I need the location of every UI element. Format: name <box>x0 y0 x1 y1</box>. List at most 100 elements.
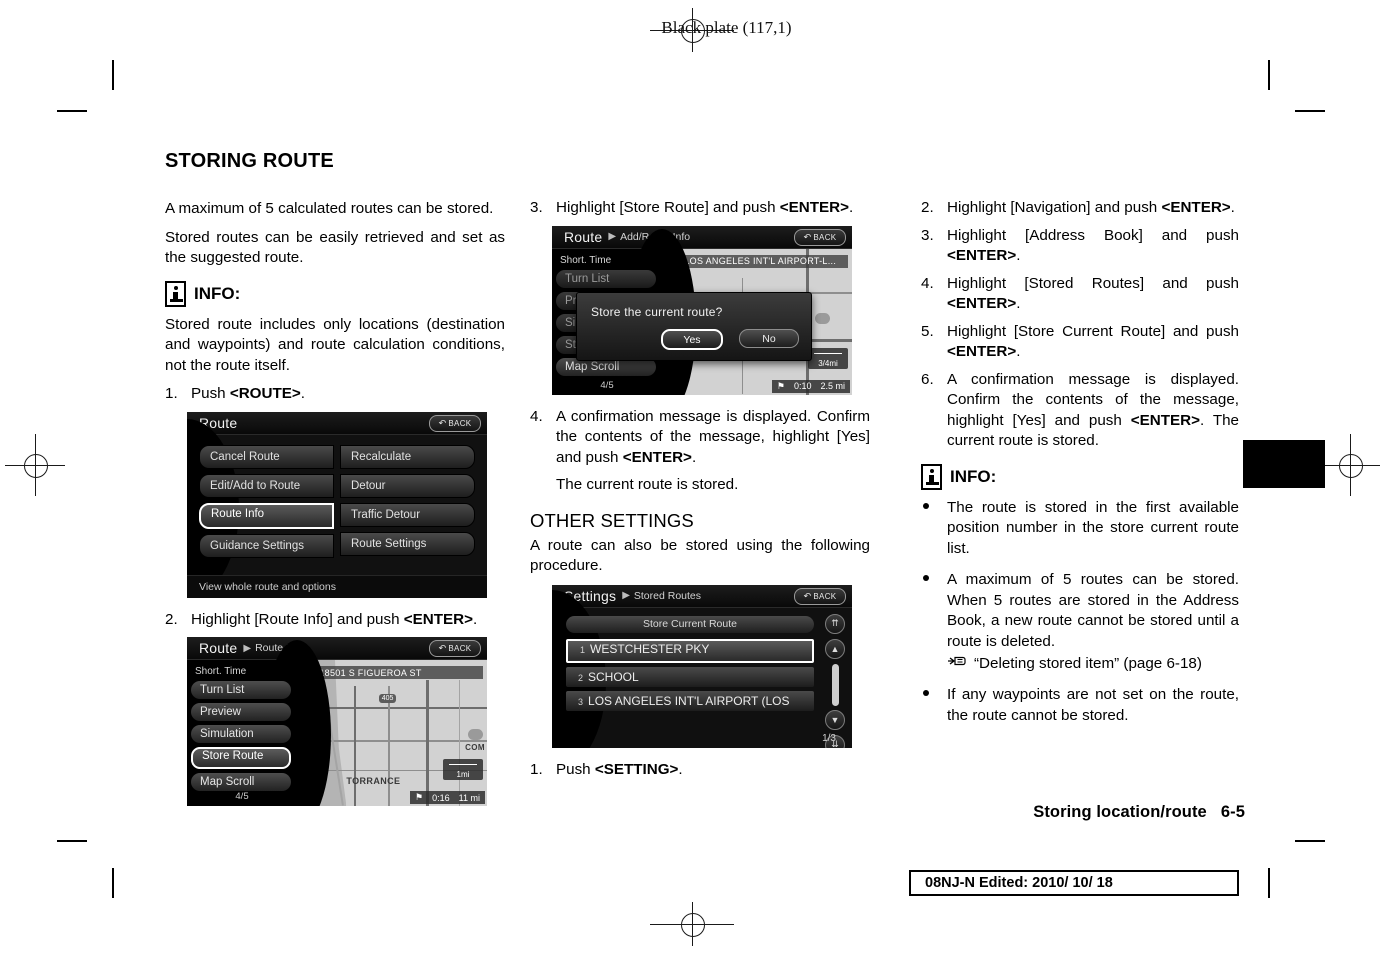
black-plate-header: Black plate (117,1) <box>0 18 1381 38</box>
map-eta-bar: ⚑ 0:10 2.5 mi <box>771 379 850 393</box>
scroll-page-up-button[interactable]: ⇈ <box>825 613 845 634</box>
stored-route-row-3[interactable]: 3 LOS ANGELES INT'L AIRPORT (LOS <box>566 690 814 711</box>
info-icon <box>921 463 942 490</box>
step-text-pre: Highlight [Navigation] and push <box>947 199 1162 216</box>
step-4-result: The current route is stored. <box>556 476 739 493</box>
scroll-up-button[interactable]: ▲ <box>825 638 845 659</box>
back-button[interactable]: ↶ BACK <box>429 640 481 657</box>
section-thumb-tab <box>1243 440 1325 488</box>
pointing-hand-icon <box>947 654 969 674</box>
map-road <box>426 680 429 806</box>
row-index: 2 <box>578 672 584 683</box>
menu-item-guidance-settings[interactable]: Guidance Settings <box>199 533 334 558</box>
step-text-pre: Highlight [Address Book] and push <box>947 226 1239 244</box>
nav-screen-stored-routes: Settings ▶ Stored Routes ↶ BACK Store Cu… <box>552 584 852 748</box>
cross-reference-text: “Deleting stored item” (page 6-18) <box>974 655 1202 672</box>
menu-item-cancel-route[interactable]: Cancel Route <box>199 444 334 469</box>
step-text-pre: Highlight [Route Info] and push <box>191 610 404 628</box>
menu-item-route-info[interactable]: Route Info <box>199 502 334 529</box>
nav-title-text: Route <box>199 640 238 656</box>
stored-route-row-2[interactable]: 2 SCHOOL <box>566 666 814 687</box>
back-button-label: BACK <box>813 591 837 601</box>
step-1-left: 1. Push <ROUTE>. <box>165 384 505 405</box>
middle-column: 3. Highlight [Store Route] and push <ENT… <box>530 198 870 787</box>
step-text-post: . <box>1230 199 1235 216</box>
list-item-preview[interactable]: Preview <box>191 703 291 721</box>
nav-titlebar: Route ↶ BACK <box>187 411 487 435</box>
key-enter: <ENTER> <box>622 448 692 466</box>
list-item-map-scroll[interactable]: Map Scroll <box>191 773 291 791</box>
step-5-right: 5. Highlight [Store Current Route] and p… <box>921 322 1239 363</box>
list-item-simulation[interactable]: Simulation <box>191 725 291 743</box>
step-text-post: . <box>678 760 683 778</box>
map-scale-text: 1mi <box>456 770 470 779</box>
menu-item-recalculate[interactable]: Recalculate <box>340 444 475 469</box>
back-button[interactable]: ↶ BACK <box>794 587 846 605</box>
back-button[interactable]: ↶ BACK <box>429 414 481 432</box>
stored-route-row-1[interactable]: 1 WESTCHESTER PKY <box>566 638 814 663</box>
edited-stamp: 08NJ-N Edited: 2010/ 10/ 18 <box>909 870 1239 896</box>
step-text: Highlight [Address Book] and push <ENTER… <box>947 226 1239 267</box>
eta-flag-icon: ⚑ <box>776 380 785 391</box>
eta-time: 0:10 <box>793 381 812 391</box>
bullet-text: A maximum of 5 routes can be stored. Whe… <box>947 571 1239 650</box>
list-item-turn-list[interactable]: Turn List <box>556 269 656 288</box>
other-settings-text: A route can also be stored using the fol… <box>530 536 870 575</box>
step-text: A confirmation message is displayed. Con… <box>556 407 870 469</box>
registration-mark-right <box>1320 434 1380 496</box>
footer-section-title: Storing location/route <box>1033 803 1207 821</box>
crop-mark-bl-h <box>57 840 87 842</box>
route-condition-label: Short. Time <box>195 666 247 677</box>
info-bullet-2: A maximum of 5 routes can be stored. Whe… <box>921 570 1239 652</box>
map-address-text: 18501 S FIGUEROA ST <box>319 667 422 678</box>
scroll-down-button[interactable]: ▼ <box>825 709 845 730</box>
intro-paragraph-2: Stored routes can be easily retrieved an… <box>165 228 505 267</box>
stored-routes-page-indicator: 1/3 <box>822 732 836 744</box>
step-text: Highlight [Store Route] and push <ENTER>… <box>556 198 870 219</box>
step-text-post: . <box>473 610 478 628</box>
route-condition-label: Short. Time <box>560 254 612 266</box>
menu-item-edit-add-to-route[interactable]: Edit/Add to Route <box>199 473 334 498</box>
eta-distance: 2.5 mi <box>820 381 845 391</box>
list-item-store-route[interactable]: Store Route <box>191 747 291 769</box>
eta-distance: 11 mi <box>458 792 480 803</box>
breadcrumb-arrow-icon: ▶ <box>622 590 630 601</box>
menu-item-route-settings[interactable]: Route Settings <box>340 531 475 556</box>
row-index: 1 <box>580 644 586 655</box>
eta-time: 0:16 <box>432 792 450 803</box>
dialog-yes-button[interactable]: Yes <box>661 329 723 351</box>
back-arrow-icon: ↶ <box>438 417 447 428</box>
menu-item-traffic-detour[interactable]: Traffic Detour <box>340 502 475 527</box>
map-highway-shield: 405 <box>378 693 397 703</box>
left-column: STORING ROUTE A maximum of 5 calculated … <box>165 150 505 818</box>
step-2-right: 2. Highlight [Navigation] and push <ENTE… <box>921 198 1239 219</box>
map-road <box>458 680 460 806</box>
bullet-text: If any waypoints are not set on the rout… <box>947 686 1239 724</box>
dialog-no-button[interactable]: No <box>739 329 799 349</box>
key-setting: <SETTING> <box>594 760 679 778</box>
scrollbar-track[interactable] <box>831 663 839 706</box>
step-text: Highlight [Stored Routes] and push <ENTE… <box>947 274 1239 315</box>
intro-paragraph-1: A maximum of 5 calculated routes can be … <box>165 200 494 217</box>
list-page-indicator: 4/5 <box>235 791 249 802</box>
step-text: Push <ROUTE>. <box>191 384 505 405</box>
step-number: 2. <box>921 199 934 216</box>
key-enter: <ENTER> <box>947 343 1017 360</box>
back-arrow-icon: ↶ <box>438 643 447 653</box>
back-arrow-icon: ↶ <box>803 590 812 601</box>
map-poi-marker <box>815 312 830 324</box>
registration-mark-left <box>5 434 65 496</box>
step-text-pre: Highlight [Store Route] and push <box>556 199 780 216</box>
back-button[interactable]: ↶ BACK <box>794 228 846 246</box>
nav-screen-add-route-info: Route ▶ Add/Route Info ↶ BACK Short. Tim… <box>552 225 852 395</box>
breadcrumb-arrow-icon: ▶ <box>608 231 617 242</box>
row-label: WESTCHESTER PKY <box>590 641 710 656</box>
back-button-label: BACK <box>448 418 472 428</box>
menu-item-detour[interactable]: Detour <box>340 473 475 498</box>
map-road <box>388 686 390 806</box>
other-settings-heading: OTHER SETTINGS <box>530 509 694 531</box>
store-current-route-button[interactable]: Store Current Route <box>566 615 814 633</box>
map-scale-indicator: 1mi <box>443 759 483 780</box>
list-item-turn-list[interactable]: Turn List <box>191 681 291 699</box>
info-bullet-3: If any waypoints are not set on the rout… <box>921 685 1239 726</box>
